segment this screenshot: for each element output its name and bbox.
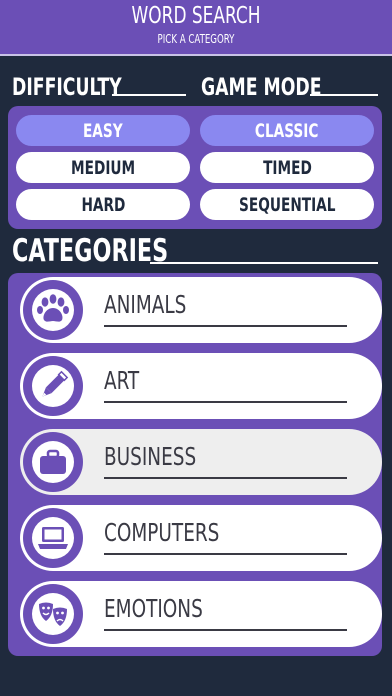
category-computers[interactable]: COMPUTERS — [20, 505, 382, 571]
categories-panel: ANIMALS ART BUSINESS COMPUTERS EMOTIONS — [8, 273, 382, 656]
mode-timed-button[interactable]: TIMED — [200, 152, 374, 183]
laptop-icon — [32, 517, 74, 559]
options-panel: EASY MEDIUM HARD CLASSIC TIMED SEQUENTIA… — [8, 106, 382, 229]
difficulty-easy-button[interactable]: EASY — [16, 115, 190, 146]
category-label: ANIMALS — [104, 290, 187, 319]
category-underline — [104, 629, 347, 631]
category-icon-circle — [23, 432, 83, 492]
category-business[interactable]: BUSINESS — [20, 429, 382, 495]
category-icon-circle — [23, 508, 83, 568]
category-underline — [104, 477, 347, 479]
mode-sequential-button[interactable]: SEQUENTIAL — [200, 189, 374, 220]
category-underline — [104, 401, 347, 403]
paw-icon — [32, 289, 74, 331]
categories-rule — [150, 262, 378, 264]
game-mode-rule — [310, 94, 378, 96]
category-icon-circle — [23, 356, 83, 416]
difficulty-medium-button[interactable]: MEDIUM — [16, 152, 190, 183]
category-art[interactable]: ART — [20, 353, 382, 419]
game-mode-label: GAME MODE — [201, 73, 322, 101]
category-underline — [104, 553, 347, 555]
category-label: BUSINESS — [104, 442, 197, 471]
header: WORD SEARCH PICK A CATEGORY — [0, 0, 392, 56]
briefcase-icon — [32, 441, 74, 483]
mode-classic-button[interactable]: CLASSIC — [200, 115, 374, 146]
theater-masks-icon — [32, 593, 74, 635]
category-icon-circle — [23, 584, 83, 644]
category-emotions[interactable]: EMOTIONS — [20, 581, 382, 647]
category-label: ART — [104, 366, 140, 395]
category-animals[interactable]: ANIMALS — [20, 277, 382, 343]
app-subtitle: PICK A CATEGORY — [157, 32, 235, 46]
category-label: EMOTIONS — [104, 594, 203, 623]
category-icon-circle — [23, 280, 83, 340]
pencil-icon — [32, 365, 74, 407]
category-label: COMPUTERS — [104, 518, 220, 547]
difficulty-hard-button[interactable]: HARD — [16, 189, 190, 220]
difficulty-rule — [112, 94, 186, 96]
difficulty-label: DIFFICULTY — [12, 73, 122, 101]
category-underline — [104, 325, 347, 327]
app-title: WORD SEARCH — [131, 3, 261, 29]
categories-label: CATEGORIES — [12, 233, 169, 269]
